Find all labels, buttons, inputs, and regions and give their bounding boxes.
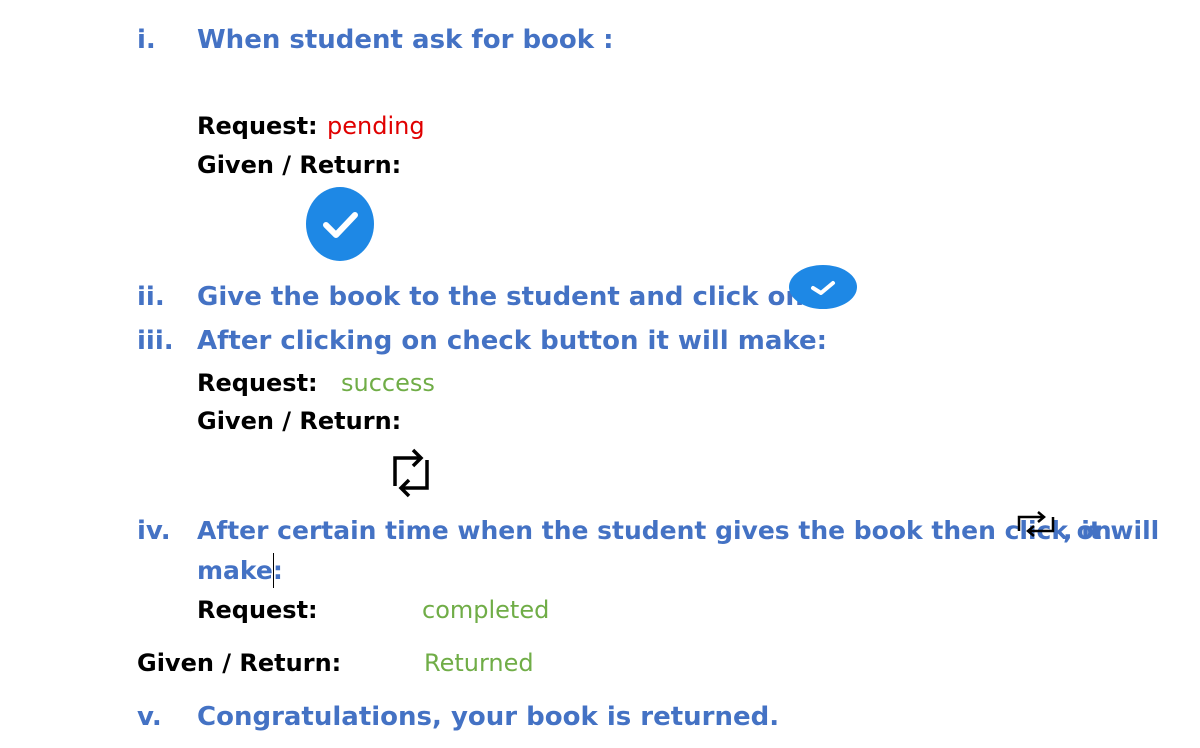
request-label: Request: xyxy=(197,112,318,140)
step-marker-v: v. xyxy=(137,702,162,732)
request-status-completed: completed xyxy=(422,596,550,624)
return-icon[interactable] xyxy=(389,446,433,500)
step-iv-text-cont: make: xyxy=(197,556,283,585)
given-return-label: Given / Return: xyxy=(197,407,402,435)
text-caret xyxy=(273,553,274,588)
given-return-value: Returned xyxy=(424,649,534,677)
step-marker-ii: ii. xyxy=(137,282,165,312)
given-return-label: Given / Return: xyxy=(137,649,342,677)
check-circle-icon[interactable] xyxy=(306,187,374,261)
request-label: Request: xyxy=(197,369,318,397)
request-status-pending: pending xyxy=(327,112,425,140)
given-return-label: Given / Return: xyxy=(197,151,402,179)
step-marker-iv: iv. xyxy=(137,516,171,546)
step-iv-text-after: , it will xyxy=(1063,516,1160,545)
check-button-icon[interactable] xyxy=(789,265,857,309)
step-ii-text: Give the book to the student and click o… xyxy=(197,282,804,312)
return-icon[interactable] xyxy=(1015,509,1057,539)
step-i-heading: When student ask for book : xyxy=(197,25,614,55)
step-iii-text: After clicking on check button it will m… xyxy=(197,326,827,356)
step-iv-text: After certain time when the student give… xyxy=(197,516,1112,545)
request-label: Request: xyxy=(197,596,318,624)
step-marker-iii: iii. xyxy=(137,326,174,356)
step-v-text: Congratulations, your book is returned. xyxy=(197,702,780,732)
step-marker-i: i. xyxy=(137,25,156,55)
request-status-success: success xyxy=(341,369,435,397)
